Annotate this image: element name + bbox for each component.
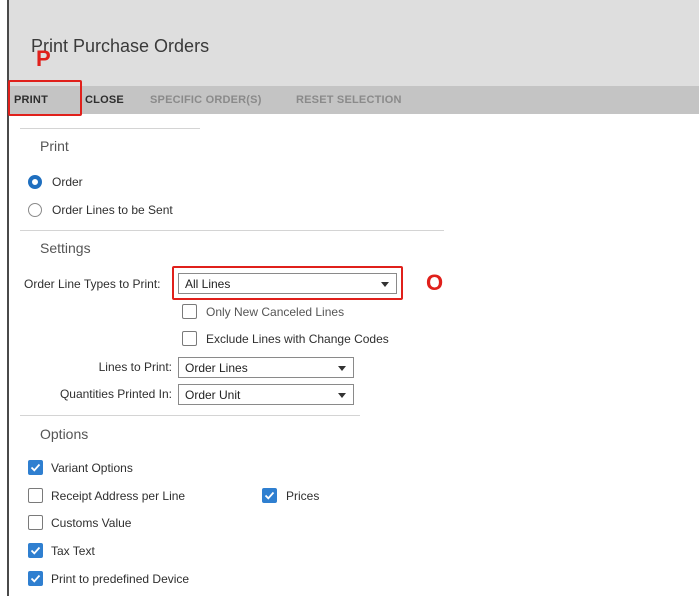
chevron-down-icon <box>338 393 346 398</box>
checkmark-icon <box>264 491 275 500</box>
annotation-letter-p: P <box>36 46 51 71</box>
order-radio-label: Order <box>52 175 83 189</box>
options-section-divider <box>20 415 360 416</box>
variant-options-checkbox[interactable] <box>28 460 43 475</box>
specific-orders-button[interactable]: SPECIFIC ORDER(S) <box>150 86 262 114</box>
annotation-box-line-types <box>172 266 403 300</box>
receipt-address-label: Receipt Address per Line <box>51 489 186 503</box>
title-bar: Print Purchase Orders <box>9 0 699 86</box>
customs-value-label: Customs Value <box>51 516 132 530</box>
variant-options-label: Variant Options <box>51 461 133 475</box>
close-button[interactable]: CLOSE <box>85 86 124 114</box>
annotation-box-print <box>8 80 82 116</box>
checkmark-icon <box>30 463 41 472</box>
quantities-printed-in-label: Quantities Printed In: <box>59 387 172 401</box>
customs-value-checkbox[interactable] <box>28 515 43 530</box>
prices-label: Prices <box>286 489 320 503</box>
page-title: Print Purchase Orders <box>31 36 210 56</box>
print-section-divider <box>20 128 200 129</box>
print-to-predefined-device-label: Print to predefined Device <box>51 572 190 586</box>
quantities-printed-in-select[interactable]: Order Unit <box>178 384 354 405</box>
print-section-title: Print <box>40 138 69 154</box>
prices-checkbox[interactable] <box>262 488 277 503</box>
options-section-title: Options <box>40 426 89 442</box>
lines-to-print-value: Order Lines <box>185 361 248 375</box>
lines-to-print-select[interactable]: Order Lines <box>178 357 354 378</box>
only-new-canceled-checkbox[interactable] <box>182 304 197 319</box>
order-lines-to-be-sent-label: Order Lines to be Sent <box>52 203 173 217</box>
tax-text-checkbox[interactable] <box>28 543 43 558</box>
only-new-canceled-label: Only New Canceled Lines <box>206 305 345 319</box>
annotation-letter-o: O <box>426 270 444 295</box>
checkmark-icon <box>30 546 41 555</box>
toolbar: PRINT CLOSE SPECIFIC ORDER(S) RESET SELE… <box>9 86 699 114</box>
print-purchase-orders-window: Print Purchase Orders PRINT CLOSE SPECIF… <box>0 0 699 596</box>
exclude-change-codes-checkbox[interactable] <box>182 331 197 346</box>
settings-section-divider <box>20 230 444 231</box>
order-lines-to-be-sent-radio[interactable] <box>28 203 42 217</box>
exclude-change-codes-label: Exclude Lines with Change Codes <box>206 332 389 346</box>
order-radio[interactable] <box>28 175 42 189</box>
quantities-printed-in-value: Order Unit <box>185 388 241 402</box>
reset-selection-button[interactable]: RESET SELECTION <box>296 86 402 114</box>
tax-text-label: Tax Text <box>51 544 95 558</box>
receipt-address-checkbox[interactable] <box>28 488 43 503</box>
order-line-types-label: Order Line Types to Print: <box>24 277 161 291</box>
settings-section-title: Settings <box>40 240 91 256</box>
checkmark-icon <box>30 574 41 583</box>
print-to-predefined-device-checkbox[interactable] <box>28 571 43 586</box>
chevron-down-icon <box>338 366 346 371</box>
lines-to-print-label: Lines to Print: <box>98 360 172 374</box>
